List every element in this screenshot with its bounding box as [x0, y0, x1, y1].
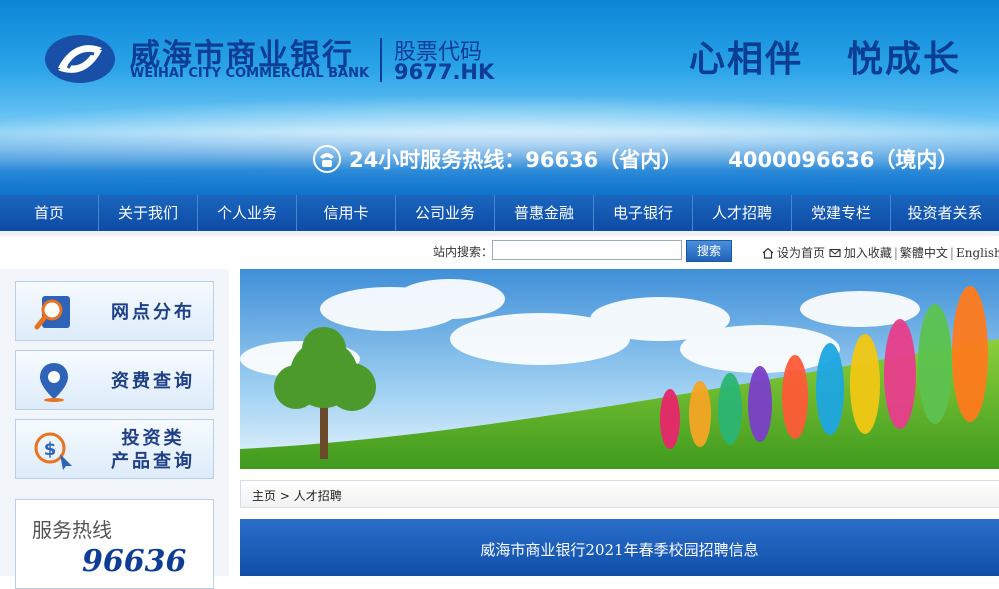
home-icon [762, 247, 774, 259]
location-pin-icon [40, 363, 68, 402]
investment-dollar-icon: $ [34, 432, 72, 470]
nav-item-credit-card[interactable]: 信用卡 [297, 195, 396, 231]
search-label: 站内搜索： [433, 245, 494, 259]
nav-item-inclusive-finance[interactable]: 普惠金融 [495, 195, 594, 231]
bank-name-en: WEIHAI CITY COMMERCIAL BANK [130, 66, 370, 81]
slogan: 心相伴 悦成长 [689, 30, 961, 82]
campus-recruitment-banner-image [240, 269, 999, 469]
top-links: 设为首页 加入收藏 | 繁體中文 | English [762, 244, 999, 261]
service-hotline-number: 96636 [82, 544, 187, 579]
breadcrumb-home[interactable]: 主页 [252, 489, 276, 503]
nav-item-investor-relations[interactable]: 投资者关系 [891, 195, 999, 231]
search-input[interactable] [492, 240, 682, 260]
nav-item-home[interactable]: 首页 [0, 195, 99, 231]
nav-underline [0, 231, 999, 236]
slogan-part-1: 心相伴 [688, 39, 803, 80]
traditional-chinese-link[interactable]: 繁體中文 [900, 246, 948, 260]
breadcrumb-current[interactable]: 人才招聘 [294, 489, 342, 503]
stock-code: 9677.HK [394, 60, 495, 84]
nav-item-careers[interactable]: 人才招聘 [693, 195, 792, 231]
hotline-national: 4000096636（境内） [728, 148, 959, 172]
hotline-banner: 24小时服务热线：96636（省内） 4000096636（境内） [313, 144, 958, 174]
hotline-label: 24小时服务热线： [349, 148, 526, 172]
investment-product-label: 投资类 产品查询 [98, 420, 208, 480]
nav-item-personal[interactable]: 个人业务 [198, 195, 297, 231]
add-favorite-link[interactable]: 加入收藏 [844, 246, 892, 260]
nav-item-e-banking[interactable]: 电子银行 [594, 195, 693, 231]
map-search-icon [34, 296, 70, 330]
nav-item-party-building[interactable]: 党建专栏 [792, 195, 891, 231]
article-title: 威海市商业银行2021年春季校园招聘信息 [480, 541, 759, 559]
breadcrumb: 主页 > 人才招聘 [240, 480, 999, 508]
investment-product-label-line1: 投资类 [121, 428, 185, 449]
svg-text:$: $ [44, 439, 57, 460]
nav-item-about[interactable]: 关于我们 [99, 195, 198, 231]
fee-inquiry-button[interactable]: 资费查询 [15, 350, 214, 410]
bank-logo-icon[interactable] [44, 34, 116, 84]
nav-item-corporate[interactable]: 公司业务 [396, 195, 495, 231]
hotline-domestic: 96636（省内） [525, 148, 683, 172]
search-button[interactable]: 搜索 [686, 240, 732, 262]
investment-product-label-line2: 产品查询 [111, 451, 195, 472]
logo-divider [380, 38, 382, 82]
breadcrumb-separator: > [279, 489, 290, 503]
phone-icon [313, 145, 341, 173]
site-header: 威海市商业银行 WEIHAI CITY COMMERCIAL BANK 股票代码… [0, 0, 999, 195]
branch-locator-label: 网点分布 [111, 301, 195, 323]
english-link[interactable]: English [956, 246, 999, 260]
fee-inquiry-label: 资费查询 [111, 370, 195, 392]
envelope-icon [829, 248, 841, 258]
service-hotline-title: 服务热线 [32, 518, 112, 542]
breadcrumb-trail: 主页 > 人才招聘 [252, 487, 342, 504]
investment-product-button[interactable]: $ 投资类 产品查询 [15, 419, 214, 479]
branch-locator-button[interactable]: 网点分布 [15, 281, 214, 341]
slogan-part-2: 悦成长 [846, 39, 961, 80]
main-nav: 首页 关于我们 个人业务 信用卡 公司业务 普惠金融 电子银行 人才招聘 党建专… [0, 195, 999, 231]
set-homepage-link[interactable]: 设为首页 [777, 246, 825, 260]
article-title-bar: 威海市商业银行2021年春季校园招聘信息 [240, 519, 999, 576]
